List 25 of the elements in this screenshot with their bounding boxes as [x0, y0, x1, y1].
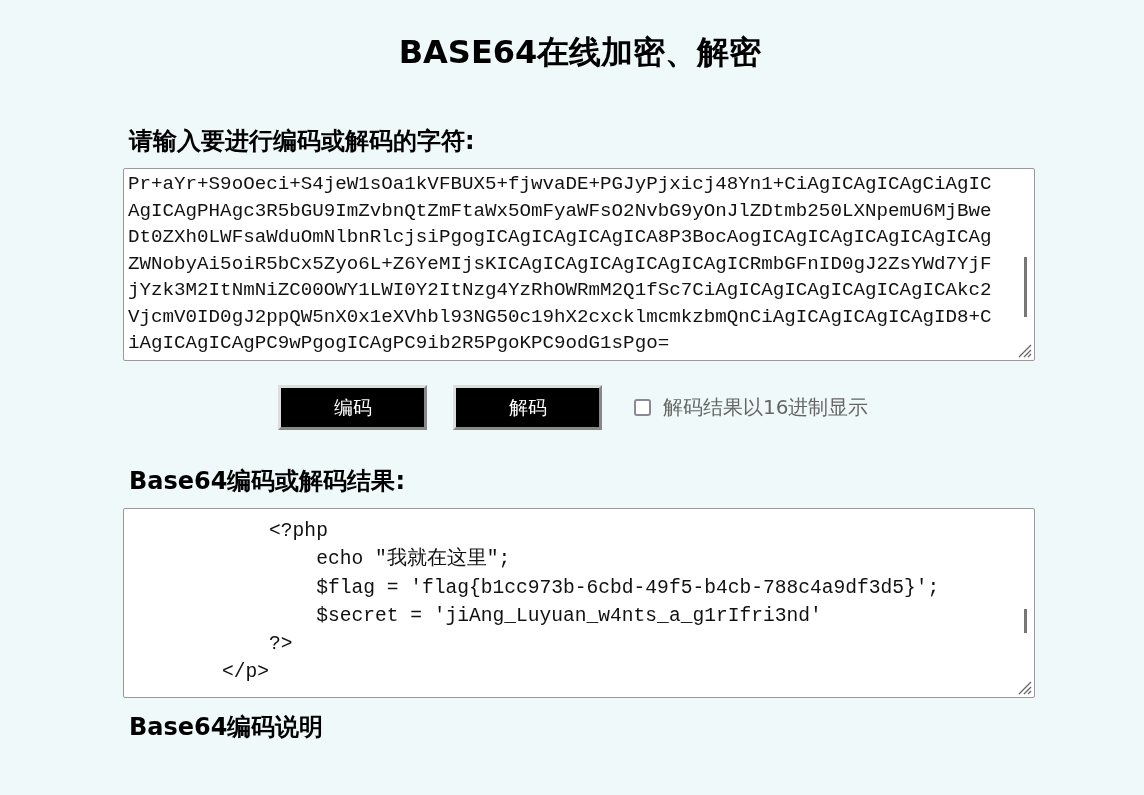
scrollbar-thumb[interactable] — [1024, 257, 1027, 317]
action-button[interactable]: 解码 — [453, 385, 602, 430]
input-label: 请输入要进行编码或解码的字符: — [129, 126, 475, 157]
code-line: VjcmV0ID0gJ2ppQW5nX0x1eXVhbl93NG50c19hX2cxcklmcmkzbmQnCiAgICAgICAgICAgID8+C — [128, 304, 992, 330]
code-line: AgICAgPHAgc3R5bGU9ImZvbnQtZmFtaWx5OmFyaWFsO2NvbG9yOnJlZDtmb250LXNpemU6MjBwe — [128, 198, 992, 224]
result-label: Base64编码或解码结果: — [129, 466, 406, 497]
code-line: jYzk3M2ItNmNiZC00OWY1LWI0Y2ItNzg4YzRhOWRmM2Q1fSc7CiAgICAgICAgICAgICAgICAkc2 — [128, 278, 992, 303]
page-title: BASE64在线加密、解密 — [398, 32, 762, 73]
code-line: ?> — [268, 632, 293, 658]
code-line: iAgICAgICAgPC9wPgogICAgPC9ib2R5PgoKPC9odG1sPgo= — [128, 331, 670, 356]
section-heading: Base64编码说明 — [129, 712, 324, 743]
action-button[interactable]: 编码 — [278, 385, 427, 430]
code-line: <?php — [268, 519, 328, 544]
code-line: $secret = 'jiAng_Luyuan_w4nts_a_g1rIfri3nd' — [315, 603, 822, 629]
code-line: Pr+aYr+S9oOeci+S4jeW1sOa1kVFBUX5+fjwvaDE+PGJyPjxicj48Yn1+CiAgICAgICAgCiAgIC — [128, 172, 992, 197]
code-line: Dt0ZXh0LWFsaWduOmNlbnRlcjsiPgogICAgICAgICAgICA8P3BocAogICAgICAgICAgICAgICAg — [128, 225, 992, 250]
code-line: ZWNobyAi5oiR5bCx5Zyo6L+Z6YeMIjsKICAgICAgICAgICAgICAgICRmbGFnID0gJ2ZsYWd7YjF — [128, 251, 992, 277]
checkbox-label: 解码结果以16进制显示 — [663, 394, 869, 421]
code-line: echo "我就在这里"; — [315, 546, 511, 573]
result-field[interactable]: <?php echo "我就在这里"; $flag = 'flag{b1cc973b-6cbd-49f5-b4cb-788c4a9df3d5}'; $secret = 'jiAng_Luyuan_w4nts_a_g1rIfri3nd' ?> </p> — [123, 508, 1035, 698]
scrollbar-thumb[interactable] — [1024, 609, 1027, 633]
code-line: </p> — [221, 660, 270, 686]
input-field[interactable] — [123, 168, 1035, 361]
code-line: $flag = 'flag{b1cc973b-6cbd-49f5-b4cb-788c4a9df3d5}'; — [315, 575, 940, 601]
checkbox[interactable] — [634, 399, 651, 416]
